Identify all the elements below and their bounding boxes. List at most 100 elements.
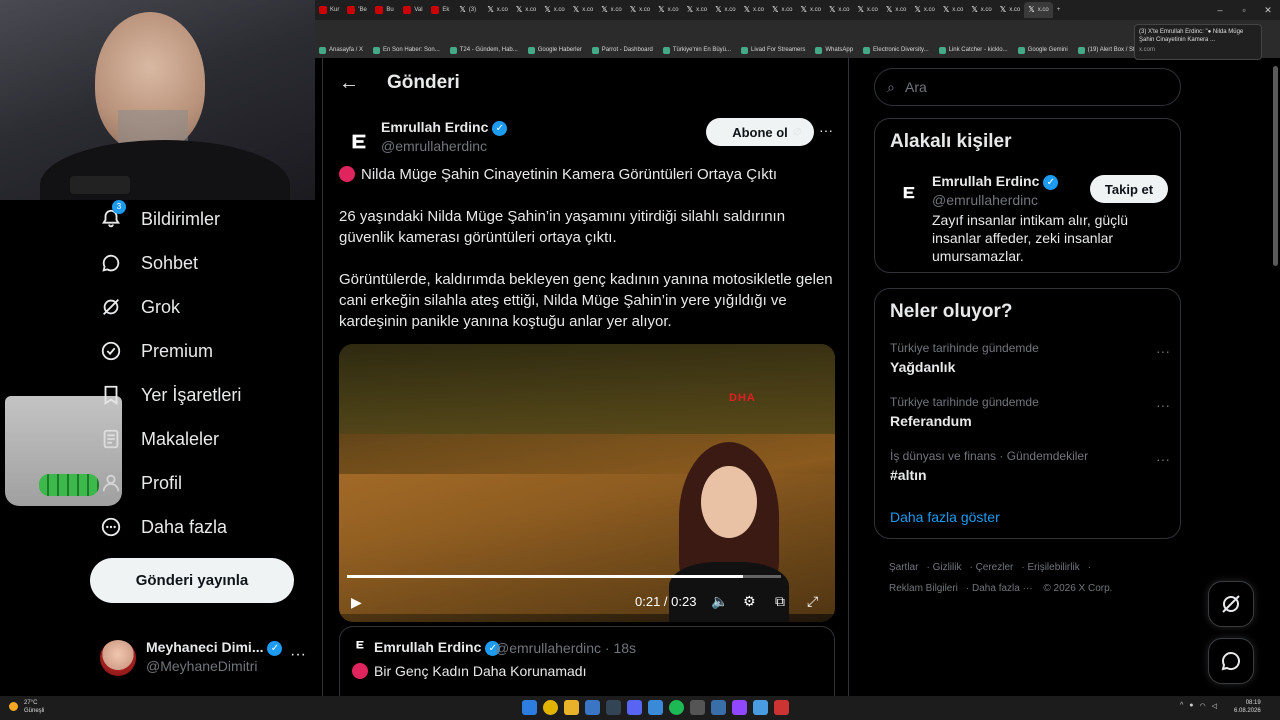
start-icon[interactable] [522, 700, 537, 715]
browser-tab[interactable]: 𝕏 (3) [455, 2, 483, 18]
nav-item-more[interactable]: Daha fazla [100, 516, 227, 538]
play-icon[interactable]: ▶ [351, 594, 362, 611]
relevant-avatar[interactable] [891, 175, 927, 211]
browser-tab[interactable]: 𝕏x.co [512, 2, 540, 18]
close-window-icon[interactable]: ✕ [1256, 0, 1280, 20]
bookmark-item[interactable]: Google Haberler [527, 46, 582, 54]
browser-tab[interactable]: 𝕏x.co [654, 2, 682, 18]
bookmark-item[interactable]: Livad For Streamers [741, 46, 805, 54]
quoted-post[interactable]: Emrullah Erdinc ✓ @emrullaherdinc · 18s B… [339, 626, 835, 696]
footer-link[interactable]: Çerezler [976, 562, 1014, 573]
trend-item[interactable]: İş dünyası ve finans · Gündemdekiler #al… [890, 449, 1170, 495]
bookmark-item[interactable]: Anasayfa / X [319, 46, 363, 54]
app-icon[interactable] [648, 700, 663, 715]
browser-tab[interactable]: 𝕏x.co [825, 2, 853, 18]
wifi-icon[interactable]: ◠ [1200, 702, 1206, 710]
bookmark-item[interactable]: En Son Haber: Son... [373, 46, 440, 54]
spotify-icon[interactable] [669, 700, 684, 715]
relevant-handle[interactable]: @emrullaherdinc [932, 192, 1038, 208]
browser-tab[interactable]: 𝕏x.co [740, 2, 768, 18]
taskbar-clock[interactable]: 08:19 6.08.2026 [1234, 699, 1261, 715]
browser-tab[interactable]: 𝕏x.co [1024, 2, 1053, 18]
bookmark-item[interactable]: Electronic Diversity... [863, 46, 929, 54]
account-switcher[interactable]: Meyhaneci Dimi... ✓ @MeyhaneDimitri ··· [100, 636, 310, 676]
app-icon[interactable] [753, 700, 768, 715]
browser-tab[interactable]: 𝕏x.co [569, 2, 597, 18]
browser-tab[interactable]: 𝕏x.co [853, 2, 881, 18]
folder-icon[interactable] [564, 700, 579, 715]
nav-item-notifications[interactable]: 3 Bildirimler [100, 200, 220, 230]
back-arrow-icon[interactable]: ← [339, 72, 359, 95]
author-avatar[interactable] [339, 122, 379, 162]
follow-button[interactable]: Takip et [1090, 175, 1168, 203]
browser-tab[interactable]: 𝕏x.co [967, 2, 995, 18]
picture-in-picture-icon[interactable]: ⧉ [775, 593, 785, 610]
bookmark-item[interactable]: T24 - Gündem, Hab... [449, 46, 518, 54]
search-box[interactable]: ⌕ [874, 68, 1181, 106]
new-tab-icon[interactable]: + [1053, 2, 1081, 18]
browser-tab[interactable]: 𝕏x.co [597, 2, 625, 18]
mic-icon[interactable]: ● [1189, 702, 1193, 710]
browser-tab[interactable]: 𝕏x.co [882, 2, 910, 18]
more-icon[interactable]: ··· [1156, 397, 1170, 413]
browser-tab[interactable]: 'Be [343, 2, 371, 18]
bookmark-item[interactable]: Parrot - Dashboard [591, 46, 653, 54]
footer-link[interactable]: Reklam Bilgileri [889, 583, 958, 594]
volume-icon[interactable]: ◁ [1212, 702, 1217, 710]
footer-link[interactable]: Gizlilik [933, 562, 962, 573]
show-more-link[interactable]: Daha fazla göster [890, 509, 1000, 525]
relevant-name[interactable]: Emrullah Erdinc ✓ [932, 173, 1059, 190]
fullscreen-icon[interactable]: ⤢ [807, 593, 818, 610]
browser-tab[interactable]: 𝕏x.co [996, 2, 1024, 18]
trend-item[interactable]: Türkiye tarihinde gündemde Yağdanlık ··· [890, 341, 1170, 387]
footer-link[interactable]: Erişilebilirlik [1027, 562, 1079, 573]
more-icon[interactable]: ··· [819, 122, 833, 138]
search-input[interactable] [905, 77, 1165, 97]
chevron-up-icon[interactable]: ^ [1180, 702, 1183, 710]
messages-fab-button[interactable] [1208, 638, 1254, 684]
maximize-icon[interactable]: ▫ [1232, 0, 1256, 20]
trend-item[interactable]: Türkiye tarihinde gündemde Referandum ··… [890, 395, 1170, 441]
discord-icon[interactable] [627, 700, 642, 715]
steam-icon[interactable] [606, 700, 621, 715]
streaming-app-icon[interactable] [732, 700, 747, 715]
nav-item-chat[interactable]: Sohbet [100, 252, 198, 274]
browser-tab[interactable]: 𝕏x.co [910, 2, 938, 18]
nav-item-premium[interactable]: Premium [100, 340, 213, 362]
app-icon[interactable] [711, 700, 726, 715]
browser-tab[interactable]: 𝕏x.co [797, 2, 825, 18]
settings-icon[interactable]: ⚙ [743, 593, 756, 610]
volume-icon[interactable]: 🔈 [711, 593, 728, 610]
author-handle[interactable]: @emrullaherdinc [381, 138, 487, 154]
browser-tab[interactable]: 𝕏x.co [483, 2, 511, 18]
browser-tab[interactable]: 𝕏x.co [683, 2, 711, 18]
author-name[interactable]: Emrullah Erdinc ✓ [381, 119, 508, 136]
browser-tab[interactable]: 𝕏x.co [939, 2, 967, 18]
video-player[interactable]: DHA ▶ 0:21 / 0:23 🔈 ⚙ ⧉ ⤢ [339, 344, 835, 622]
browser-tab[interactable]: 𝕏x.co [626, 2, 654, 18]
grok-fab-button[interactable] [1208, 581, 1254, 627]
bookmark-item[interactable]: Türkiye'nin En Büyü... [662, 46, 731, 54]
footer-link[interactable]: Şartlar [889, 562, 918, 573]
browser-tab[interactable]: 𝕏x.co [711, 2, 739, 18]
weather-widget[interactable]: 27°C Güneşli [9, 699, 44, 715]
video-progress-bar[interactable] [347, 575, 781, 578]
grok-icon[interactable]: ⌀ [793, 122, 801, 139]
more-icon[interactable]: ··· [1156, 343, 1170, 359]
bookmark-item[interactable]: WhatsApp [815, 46, 853, 54]
more-icon[interactable]: ··· [290, 646, 306, 664]
footer-link[interactable]: Daha fazla ··· [972, 583, 1033, 594]
app-icon[interactable] [774, 700, 789, 715]
minimize-icon[interactable]: – [1208, 0, 1232, 20]
browser-tab[interactable]: Kur [315, 2, 343, 18]
browser-tab[interactable]: 𝕏x.co [540, 2, 568, 18]
app-icon[interactable] [690, 700, 705, 715]
chrome-icon[interactable] [543, 700, 558, 715]
app-icon[interactable] [585, 700, 600, 715]
more-icon[interactable]: ··· [1156, 451, 1170, 467]
browser-tab[interactable]: 𝕏x.co [768, 2, 796, 18]
page-scrollbar[interactable] [1273, 66, 1278, 266]
nav-item-grok[interactable]: Grok [100, 296, 180, 318]
bookmark-item[interactable]: Google Gemini [1017, 46, 1068, 54]
browser-tab[interactable]: Val [399, 2, 427, 18]
